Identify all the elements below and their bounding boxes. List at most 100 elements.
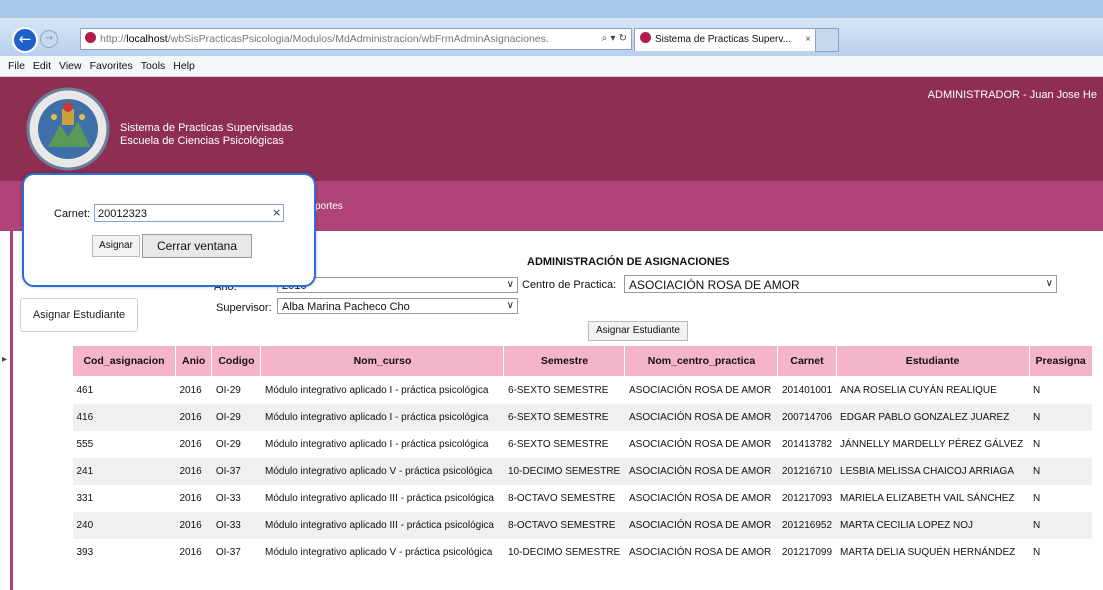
cell-anio: 2016 bbox=[179, 493, 202, 504]
cell-carnet: 201413782 bbox=[781, 439, 833, 450]
table-header-row: Cod_asignacion Anio Codigo Nom_curso Sem… bbox=[72, 345, 1093, 377]
menu-tools[interactable]: Tools bbox=[141, 56, 166, 76]
col-codigo[interactable]: Codigo bbox=[211, 345, 262, 377]
cell-estudiante: ANA ROSELIA CUYÁN REALIQUE bbox=[840, 385, 997, 396]
table-row[interactable]: 555 2016 OI-29 Módulo integrativo aplicado … bbox=[73, 431, 1093, 458]
cell-semestre: 6-SEXTO SEMESTRE bbox=[503, 404, 625, 431]
col-semestre[interactable]: Semestre bbox=[503, 345, 626, 377]
menu-file[interactable]: File bbox=[8, 56, 25, 76]
site-favicon-icon bbox=[85, 32, 96, 43]
cell-semestre: 10-DECIMO SEMESTRE bbox=[507, 547, 621, 558]
clear-input-icon[interactable]: × bbox=[272, 206, 281, 219]
cell-preasigna: N bbox=[1029, 404, 1093, 431]
menu-help[interactable]: Help bbox=[173, 56, 195, 76]
col-nom-centro[interactable]: Nom_centro_practica bbox=[624, 345, 779, 377]
nav-item-reportes[interactable]: portes bbox=[315, 201, 343, 212]
site-title: Sistema de Practicas Supervisadas Escuel… bbox=[120, 122, 293, 148]
menu-view[interactable]: View bbox=[59, 56, 82, 76]
cell-semestre: 8-OCTAVO SEMESTRE bbox=[507, 493, 616, 504]
col-preasigna[interactable]: Preasigna bbox=[1028, 345, 1093, 377]
col-anio[interactable]: Anio bbox=[174, 345, 213, 377]
assign-student-button[interactable]: Asignar Estudiante bbox=[588, 321, 688, 341]
cell-cod: 393 bbox=[76, 547, 94, 558]
cell-cod: 416 bbox=[72, 404, 176, 431]
cell-estudiante: MARTA CECILIA LOPEZ NOJ bbox=[836, 512, 1030, 539]
browser-chrome: ← → http://localhost/wbSisPracticasPsico… bbox=[0, 0, 1103, 77]
forward-button[interactable]: → bbox=[40, 30, 58, 48]
cell-cod: 555 bbox=[76, 439, 94, 450]
cell-centro: ASOCIACIÓN ROSA DE AMOR bbox=[624, 512, 778, 539]
cell-centro: ASOCIACIÓN ROSA DE AMOR bbox=[628, 439, 772, 450]
cell-preasigna: N bbox=[1033, 385, 1041, 396]
table-row[interactable]: 240 2016 OI-33 Módulo integrativo aplicado … bbox=[72, 512, 1093, 539]
site-title-line1: Sistema de Practicas Supervisadas bbox=[120, 122, 294, 134]
carnet-label: Carnet: bbox=[54, 208, 91, 220]
cell-carnet: 201401001 bbox=[781, 385, 833, 396]
cell-codigo: OI-33 bbox=[211, 512, 261, 539]
table-row[interactable]: 331 2016 OI-33 Módulo integrativo aplicado … bbox=[73, 485, 1093, 512]
table-row[interactable]: 416 2016 OI-29 Módulo integrativo aplicado … bbox=[72, 404, 1093, 431]
col-cod-asignacion[interactable]: Cod_asignacion bbox=[72, 345, 176, 377]
cell-curso: Módulo integrativo aplicado I - práctica… bbox=[264, 439, 489, 450]
cell-semestre: 10-DECIMO SEMESTRE bbox=[503, 458, 625, 485]
tab-close-icon[interactable]: × bbox=[803, 29, 811, 51]
supervisor-select[interactable]: Alba Marina Pacheco Cho ∨ bbox=[277, 298, 518, 314]
cell-centro: ASOCIACIÓN ROSA DE AMOR bbox=[628, 493, 772, 504]
cell-curso: Módulo integrativo aplicado V - práctica… bbox=[264, 547, 493, 558]
cell-preasigna: N bbox=[1033, 439, 1041, 450]
table-row[interactable]: 241 2016 OI-37 Módulo integrativo aplicado … bbox=[72, 458, 1093, 485]
col-estudiante[interactable]: Estudiante bbox=[835, 345, 1030, 377]
user-info[interactable]: ADMINISTRADOR - Juan Jose He bbox=[928, 89, 1097, 101]
cell-codigo: OI-37 bbox=[215, 547, 241, 558]
cell-curso: Módulo integrativo aplicado III - prácti… bbox=[260, 512, 504, 539]
cell-centro: ASOCIACIÓN ROSA DE AMOR bbox=[628, 385, 772, 396]
supervisor-label: Supervisor: bbox=[216, 302, 272, 314]
cell-codigo: OI-29 bbox=[215, 385, 241, 396]
url-path: /wbSisPracticasPsicologia/Modulos/MdAdmi… bbox=[167, 33, 549, 45]
menu-favorites[interactable]: Favorites bbox=[90, 56, 133, 76]
menu-edit[interactable]: Edit bbox=[33, 56, 51, 76]
address-bar[interactable]: http://localhost/wbSisPracticasPsicologi… bbox=[80, 28, 632, 50]
assign-student-side-button[interactable]: Asignar Estudiante bbox=[20, 298, 138, 332]
cell-estudiante: MARIELA ELIZABETH VAIL SÁNCHEZ bbox=[840, 493, 1015, 504]
table-row[interactable]: 393 2016 OI-37 Módulo integrativo aplicado … bbox=[73, 539, 1093, 566]
university-seal-logo bbox=[26, 87, 110, 171]
address-actions-icon[interactable]: ⌕ ▾ ↻ bbox=[597, 29, 627, 49]
cell-anio: 2016 bbox=[179, 547, 202, 558]
cell-anio: 2016 bbox=[175, 458, 212, 485]
table-row[interactable]: 461 2016 OI-29 Módulo integrativo aplicado … bbox=[73, 377, 1093, 405]
cell-codigo: OI-29 bbox=[211, 404, 261, 431]
centro-select[interactable]: ASOCIACIÓN ROSA DE AMOR ∨ bbox=[624, 275, 1057, 293]
cell-preasigna: N bbox=[1033, 493, 1041, 504]
assignments-table: Cod_asignacion Anio Codigo Nom_curso Sem… bbox=[72, 345, 1093, 566]
cell-anio: 2016 bbox=[179, 439, 202, 450]
back-button[interactable]: ← bbox=[12, 27, 38, 53]
tab-favicon-icon bbox=[640, 32, 651, 43]
cell-curso: Módulo integrativo aplicado V - práctica… bbox=[260, 458, 504, 485]
page-title: ADMINISTRACIÓN DE ASIGNACIONES bbox=[527, 256, 730, 268]
cell-preasigna: N bbox=[1029, 458, 1093, 485]
cell-carnet: 201216710 bbox=[777, 458, 837, 485]
cell-semestre: 6-SEXTO SEMESTRE bbox=[507, 385, 609, 396]
new-tab-button[interactable] bbox=[815, 28, 839, 52]
centro-chevron-down-icon: ∨ bbox=[1045, 278, 1053, 289]
cell-curso: Módulo integrativo aplicado III - prácti… bbox=[264, 493, 494, 504]
cell-semestre: 6-SEXTO SEMESTRE bbox=[507, 439, 609, 450]
cell-cod: 240 bbox=[72, 512, 176, 539]
centro-value: ASOCIACIÓN ROSA DE AMOR bbox=[629, 278, 800, 292]
site-header: Sistema de Practicas Supervisadas Escuel… bbox=[0, 77, 1103, 181]
browser-tab[interactable]: Sistema de Practicas Superv... × bbox=[634, 28, 816, 51]
menu-bar: File Edit View Favorites Tools Help bbox=[0, 56, 1103, 77]
tab-title: Sistema de Practicas Superv... bbox=[655, 34, 791, 45]
assign-button[interactable]: Asignar bbox=[92, 235, 140, 257]
cell-semestre: 8-OCTAVO SEMESTRE bbox=[503, 512, 625, 539]
close-window-button[interactable]: Cerrar ventana bbox=[142, 234, 252, 258]
col-nom-curso[interactable]: Nom_curso bbox=[260, 345, 505, 377]
cell-centro: ASOCIACIÓN ROSA DE AMOR bbox=[628, 547, 772, 558]
carnet-input[interactable]: 20012323 bbox=[94, 204, 284, 222]
url-host: localhost bbox=[126, 33, 168, 45]
cell-carnet: 201217093 bbox=[781, 493, 833, 504]
col-carnet[interactable]: Carnet bbox=[777, 345, 837, 377]
supervisor-value: Alba Marina Pacheco Cho bbox=[282, 301, 410, 313]
supervisor-chevron-down-icon: ∨ bbox=[506, 300, 514, 311]
